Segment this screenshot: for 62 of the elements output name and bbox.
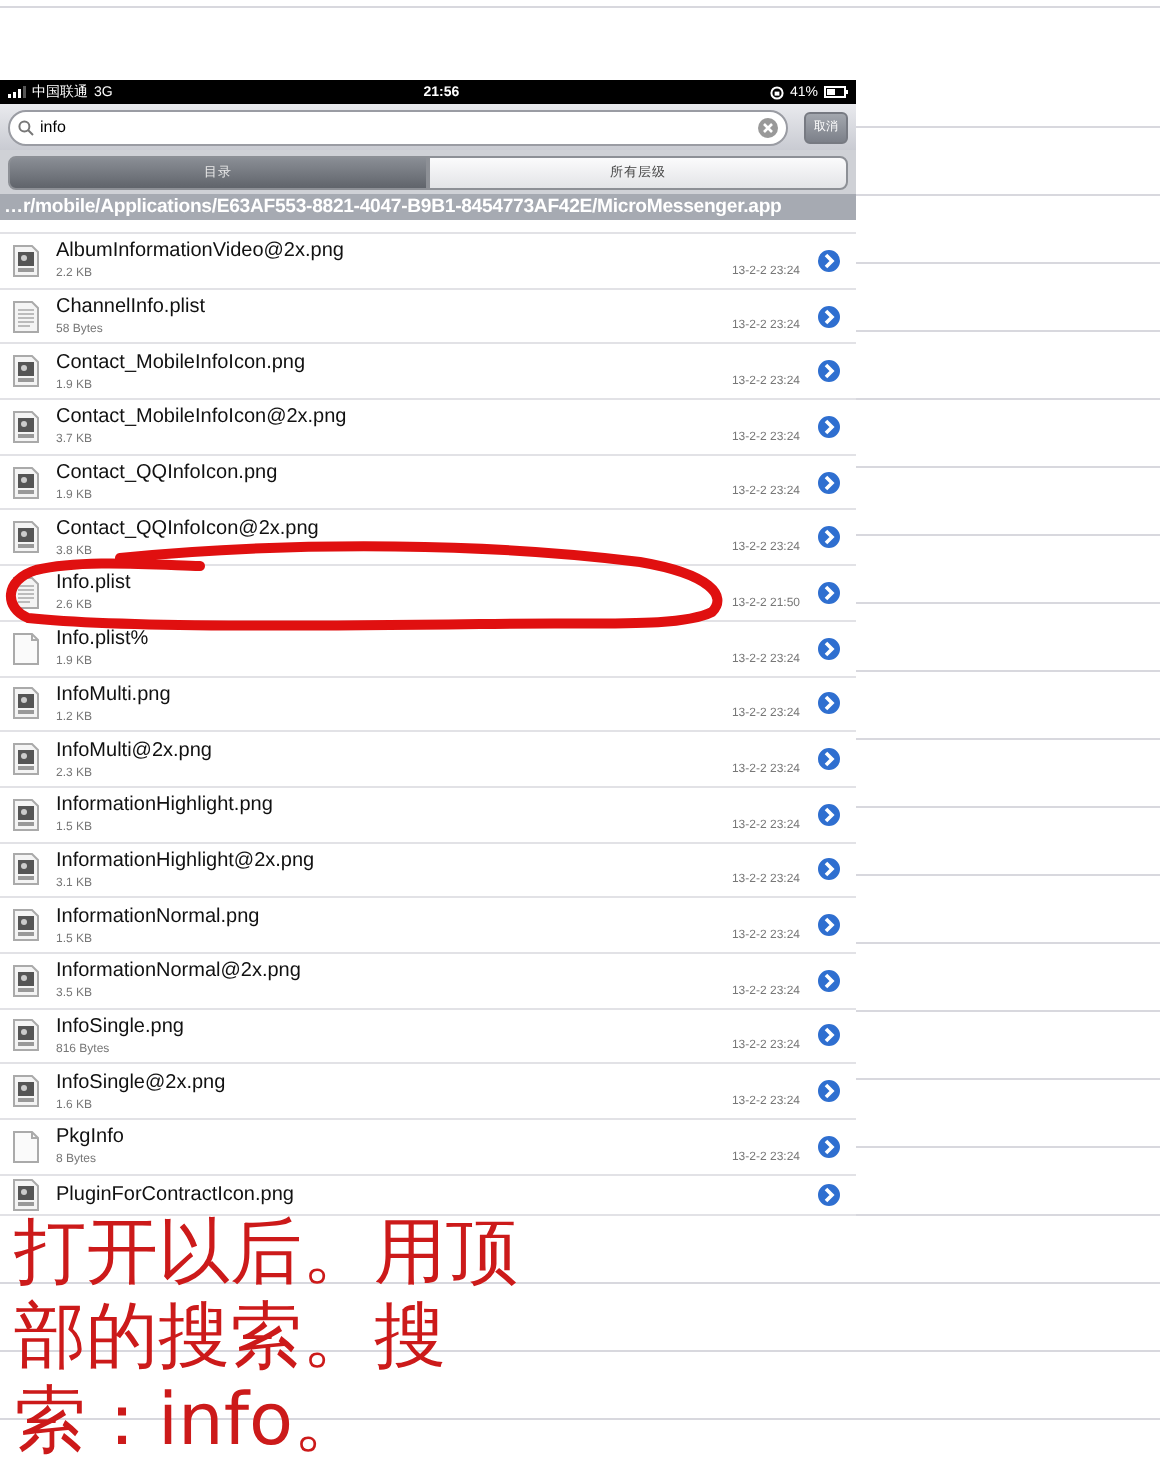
file-name: ChannelInfo.plist [56, 296, 207, 319]
disclosure-button[interactable] [816, 635, 842, 662]
signal-icon [8, 86, 26, 98]
file-name: Contact_QQInfoIcon.png [56, 462, 280, 485]
file-name: PluginForContractIcon.png [56, 1183, 296, 1206]
file-name: AlbumInformationVideo@2x.png [56, 240, 346, 263]
image-file-icon [12, 963, 40, 998]
caption-text: 打开以后。用顶 [14, 1212, 518, 1296]
disclosure-button[interactable] [816, 1078, 842, 1105]
clear-button[interactable] [758, 117, 778, 137]
battery-icon [823, 86, 848, 98]
image-file-icon [12, 797, 40, 832]
image-file-icon [12, 1018, 40, 1053]
file-name: InformationNormal@2x.png [56, 960, 303, 983]
image-file-icon [12, 852, 40, 887]
image-file-icon [12, 1074, 40, 1109]
disclosure-button[interactable] [816, 413, 842, 440]
image-file-icon [12, 243, 40, 278]
image-file-icon [12, 520, 40, 555]
disclosure-button[interactable] [816, 358, 842, 385]
disclosure-button[interactable] [816, 524, 842, 551]
disclosure-button[interactable] [816, 1022, 842, 1049]
disclosure-button[interactable] [816, 1181, 842, 1208]
image-file-icon [12, 409, 40, 444]
image-file-icon [12, 686, 40, 721]
image-file-icon [12, 465, 40, 500]
file-name: InformationHighlight.png [56, 794, 275, 817]
caption-text: 索：info。 [14, 1380, 368, 1464]
file-name: InformationNormal.png [56, 905, 262, 928]
rotation-lock-icon [769, 85, 784, 99]
search-field[interactable]: info [8, 109, 788, 145]
search-icon [18, 119, 34, 135]
file-name: InfoMulti.png [56, 683, 173, 706]
blank-file-icon [12, 631, 40, 666]
document-file-icon [12, 299, 40, 334]
blank-file-icon [12, 1129, 40, 1164]
disclosure-button[interactable] [816, 690, 842, 717]
disclosure-button[interactable] [816, 303, 842, 330]
file-name: InfoSingle.png [56, 1015, 186, 1038]
caption-text: 部的搜索。搜 [14, 1296, 448, 1380]
disclosure-button[interactable] [816, 247, 842, 274]
file-name: Contact_MobileInfoIcon@2x.png [56, 406, 349, 429]
path-bar: …r/mobile/Applications/E63AF553-8821-4047-B9B1-8454773AF42E/MicroMessenger.app [0, 194, 856, 220]
disclosure-button[interactable] [816, 1133, 842, 1160]
image-file-icon [12, 354, 40, 389]
disclosure-button[interactable] [816, 801, 842, 828]
disclosure-button[interactable] [816, 469, 842, 496]
disclosure-button[interactable] [816, 967, 842, 994]
file-name: PkgInfo [56, 1126, 126, 1149]
disclosure-button[interactable] [816, 579, 842, 606]
file-name: InfoSingle@2x.png [56, 1071, 228, 1094]
disclosure-button[interactable] [816, 746, 842, 773]
file-name: Contact_QQInfoIcon@2x.png [56, 517, 321, 540]
disclosure-button[interactable] [816, 856, 842, 883]
file-name: InfoMulti@2x.png [56, 739, 214, 762]
file-name: Info.plist% [56, 628, 151, 651]
file-name: Contact_MobileInfoIcon.png [56, 351, 308, 374]
image-file-icon [12, 742, 40, 777]
image-file-icon [12, 908, 40, 943]
disclosure-button[interactable] [816, 912, 842, 939]
file-name: Info.plist [56, 572, 133, 595]
file-name: InformationHighlight@2x.png [56, 849, 317, 872]
